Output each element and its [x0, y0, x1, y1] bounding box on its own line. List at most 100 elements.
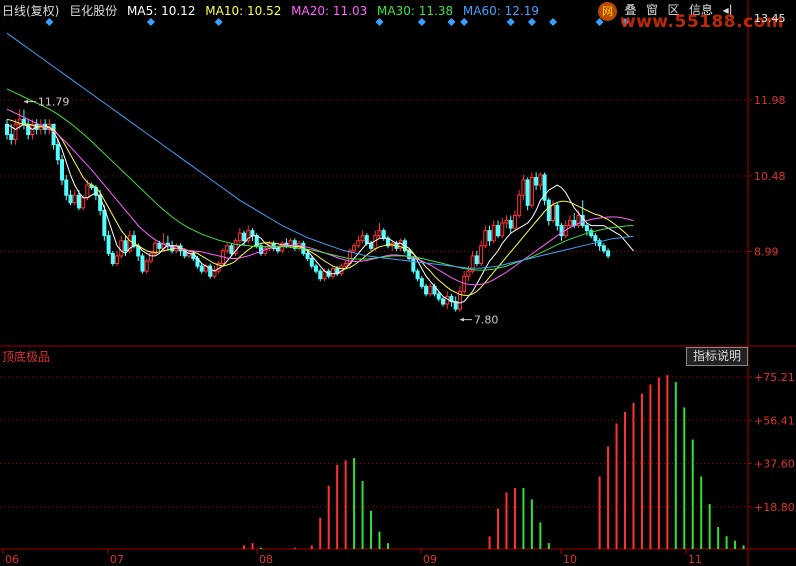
candle-body: [356, 240, 361, 247]
candle-body: [601, 245, 606, 252]
indicator-bar: [336, 464, 339, 549]
indicator-bar: [251, 543, 254, 549]
candle-body: [534, 176, 539, 186]
stock-name: 巨化股份: [69, 4, 118, 18]
candle-body: [445, 295, 450, 305]
candle-body: [144, 260, 149, 272]
candle-body: [309, 257, 314, 267]
candle-body: [68, 194, 73, 204]
indicator-bar: [344, 460, 347, 549]
candle-body: [157, 242, 162, 249]
candle-body: [60, 159, 65, 181]
candle-body: [411, 257, 416, 272]
indicator-bar: [243, 545, 246, 549]
current-price-label: 13.45: [754, 12, 786, 25]
ma5-label: MA5: 10.12: [127, 4, 196, 18]
candle-body: [436, 293, 441, 300]
indicator-bar: [674, 382, 677, 549]
indicator-bar: [734, 540, 737, 549]
candle-body: [119, 240, 124, 257]
candle-body: [76, 194, 81, 209]
candle-body: [237, 232, 242, 242]
candle-body: [314, 265, 319, 272]
indicator-bar: [615, 423, 618, 549]
indicator-bar: [513, 487, 516, 549]
candle-body: [9, 133, 14, 140]
candle-body: [212, 270, 217, 277]
indicator-bar: [598, 476, 601, 549]
indicator-bar: [505, 492, 508, 549]
annotation-arrowhead: [459, 317, 464, 322]
indicator-bar: [259, 547, 262, 549]
signal-marker: [375, 18, 384, 26]
candle-body: [360, 235, 365, 242]
candle-body: [584, 225, 589, 232]
indicator-bar: [691, 439, 694, 549]
indicator-bar: [547, 543, 550, 549]
sub-ytick-label: +75.21: [754, 371, 795, 384]
candle-body: [508, 220, 513, 229]
candle-body: [148, 252, 153, 262]
candle-body: [521, 179, 526, 196]
indicator-explain-button[interactable]: 指标说明: [686, 347, 748, 366]
indicator-bar: [522, 487, 525, 549]
candle-body: [466, 270, 471, 277]
candle-body: [474, 255, 479, 265]
main-ytick-label: 8.99: [754, 245, 779, 258]
indicator-bar: [310, 545, 313, 549]
candle-body: [529, 176, 534, 206]
candle-body: [428, 285, 433, 295]
candle-body: [551, 204, 556, 221]
candle-body: [538, 174, 543, 186]
candle-body: [85, 184, 90, 199]
indicator-bar: [361, 481, 364, 549]
indicator-bar: [353, 458, 356, 549]
candle-body: [81, 197, 86, 209]
candle-body: [504, 220, 509, 224]
xtick-label: 09: [423, 553, 437, 566]
candle-body: [352, 245, 357, 252]
candle-body: [369, 242, 374, 249]
xtick-label: 08: [259, 553, 273, 566]
xtick-label: 07: [110, 553, 124, 566]
signal-marker: [146, 18, 155, 26]
candle-body: [606, 250, 611, 257]
period-label[interactable]: 日线(复权): [2, 4, 59, 18]
signal-marker: [447, 18, 456, 26]
candle-body: [496, 225, 501, 237]
indicator-bar: [488, 536, 491, 549]
candle-body: [5, 123, 9, 135]
xtick-label: 11: [688, 553, 702, 566]
stock-chart: 11.98 10.48 8.99 +75.21 +56.41 +37.60 +18.80 06…: [0, 0, 796, 566]
candle-body: [140, 255, 145, 272]
signal-marker: [214, 18, 223, 26]
candle-body: [72, 194, 77, 204]
candle-body: [339, 265, 344, 275]
candle-body: [525, 179, 530, 206]
indicator-bar: [293, 547, 296, 549]
candle-body: [250, 230, 255, 237]
candle-body: [225, 245, 230, 252]
main-ytick-label: 10.48: [754, 170, 786, 183]
candle-body: [55, 144, 60, 161]
indicator-bar: [742, 545, 745, 549]
site-logo-icon: 网: [598, 1, 617, 21]
candle-body: [102, 209, 107, 237]
signal-marker: [460, 18, 469, 26]
sub-ytick-label: +56.41: [754, 414, 795, 427]
ma30-label: MA30: 11.38: [377, 4, 454, 18]
ma10-label: MA10: 10.52: [205, 4, 282, 18]
candle-body: [517, 194, 522, 216]
candle-body: [373, 235, 378, 249]
indicator-bar: [386, 543, 389, 549]
candle-body: [242, 232, 247, 242]
indicator-bar: [327, 485, 330, 549]
signal-marker: [45, 18, 54, 26]
indicator-bar: [640, 393, 643, 549]
candle-body: [364, 235, 369, 244]
main-ytick-label: 11.98: [754, 94, 786, 107]
chart-header: 日线(复权) 巨化股份 MA5: 10.12 MA10: 10.52 MA20:…: [2, 2, 545, 19]
candle-body: [567, 220, 572, 227]
indicator-bar: [700, 476, 703, 549]
candle-body: [419, 278, 424, 287]
